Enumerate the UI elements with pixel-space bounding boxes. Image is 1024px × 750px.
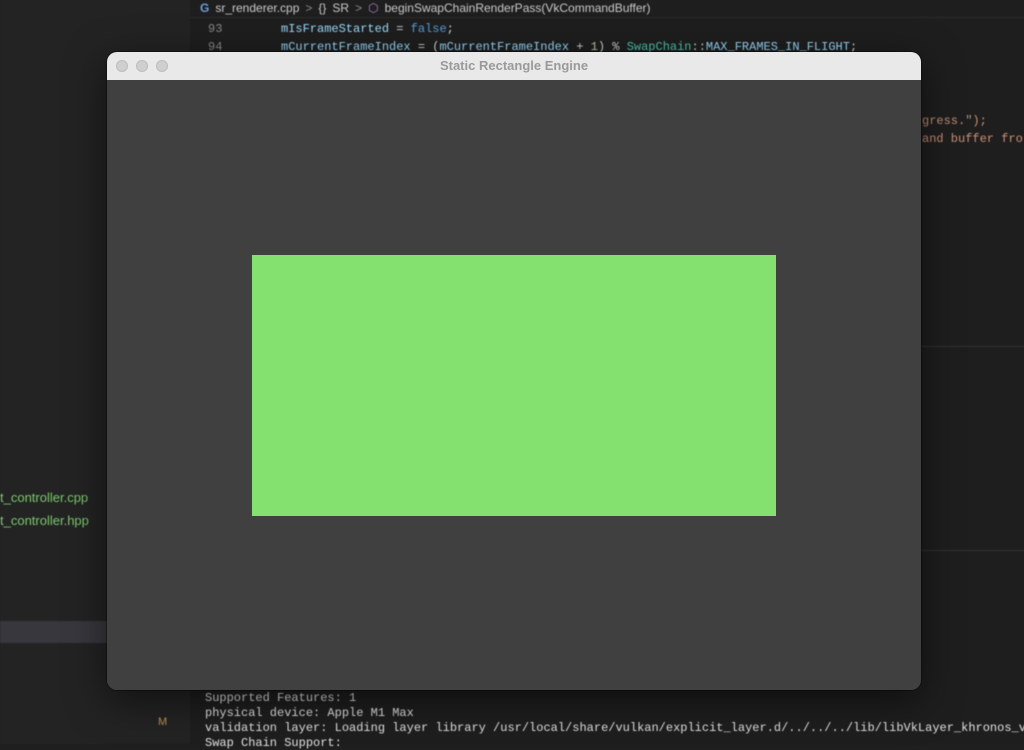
cpp-file-icon: G — [200, 1, 210, 15]
breadcrumb-separator: > — [305, 1, 313, 15]
code-line-93[interactable]: mIsFrameStarted = false; — [281, 22, 454, 36]
breadcrumb-method[interactable]: beginSwapChainRenderPass(VkCommandBuffer… — [385, 1, 651, 15]
breadcrumb-file[interactable]: sr_renderer.cpp — [215, 1, 299, 15]
render-viewport[interactable] — [107, 80, 921, 690]
divider — [190, 17, 1024, 18]
modified-badge: M — [158, 716, 168, 728]
code-token: ; — [446, 22, 454, 36]
code-token: false — [410, 22, 447, 36]
terminal-line: validation layer: Loading layer library … — [205, 721, 1024, 735]
code-token: = — [389, 22, 411, 36]
breadcrumb-namespace[interactable]: SR — [332, 1, 349, 15]
breadcrumb-separator: > — [355, 1, 363, 15]
rendered-rectangle — [252, 255, 776, 516]
namespace-icon: {} — [318, 1, 327, 15]
code-token: mIsFrameStarted — [281, 22, 390, 36]
code-fragment: gress."); — [922, 114, 987, 128]
sidebar-selected-row[interactable] — [0, 621, 108, 643]
sidebar-file-item[interactable]: t_controller.cpp — [0, 490, 88, 505]
code-fragment: and buffer fro — [922, 132, 1023, 146]
breadcrumb: G sr_renderer.cpp > {} SR > ⬡ beginSwapC… — [200, 0, 651, 16]
method-cube-icon: ⬡ — [368, 1, 379, 15]
sidebar-file-item[interactable]: t_controller.hpp — [0, 513, 89, 528]
window-title: Static Rectangle Engine — [439, 58, 589, 73]
terminal-line: Supported Features: 1 — [205, 691, 357, 705]
app-window[interactable]: Static Rectangle Engine — [107, 52, 921, 690]
line-number: 93 — [208, 22, 223, 36]
terminal-line: Swap Chain Support: — [205, 736, 342, 750]
terminal-line: physical device: Apple M1 Max — [205, 706, 414, 720]
window-titlebar[interactable]: Static Rectangle Engine — [107, 52, 921, 81]
